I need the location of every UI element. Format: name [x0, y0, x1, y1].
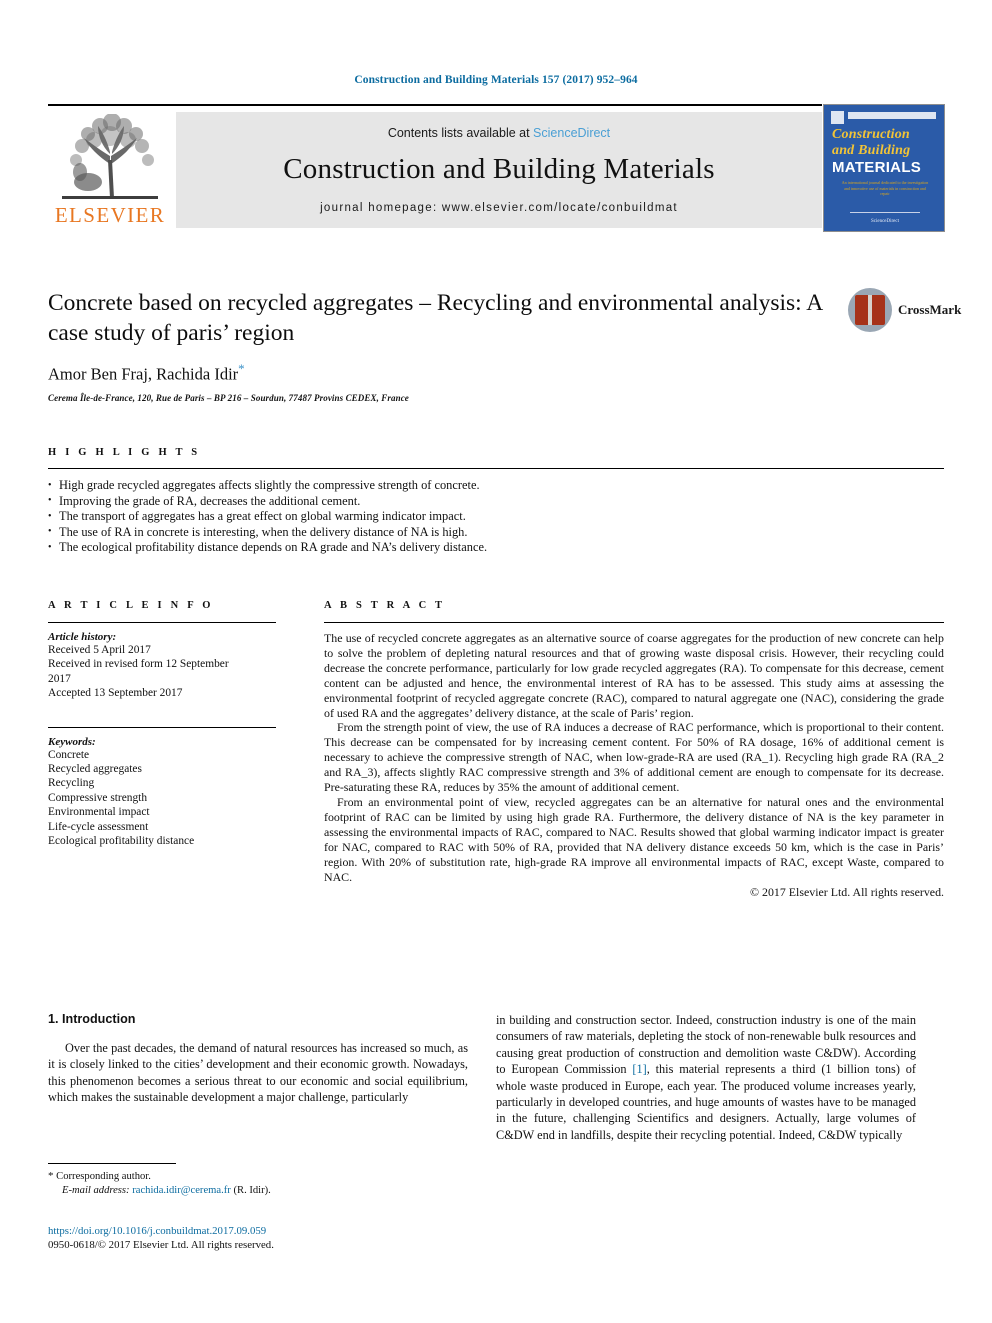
affiliation: Cerema Île-de-France, 120, Rue de Paris …: [48, 392, 409, 403]
article-info-column: A R T I C L E I N F O Article history: R…: [48, 600, 276, 848]
issn-copyright-line: 0950-0618/© 2017 Elsevier Ltd. All right…: [48, 1239, 274, 1251]
list-item: High grade recycled aggregates affects s…: [48, 478, 944, 494]
contents-prefix: Contents lists available at: [387, 126, 534, 140]
running-head: Construction and Building Materials 157 …: [354, 74, 638, 86]
keywords-rule: [48, 726, 276, 728]
corresponding-author-marker[interactable]: *: [238, 361, 245, 376]
cover-top-bar: [848, 112, 936, 119]
cover-elsevier-mark-icon: [831, 111, 844, 124]
cover-title-line-3: MATERIALS: [832, 159, 922, 176]
cover-blurb: An international journal dedicated to th…: [841, 180, 929, 196]
list-item: The use of RA in concrete is interesting…: [48, 524, 944, 541]
journal-band: Contents lists available at ScienceDirec…: [176, 112, 822, 228]
body-column-right: in building and construction sector. Ind…: [496, 1012, 916, 1143]
cover-footer-text: ScienceDirect: [870, 219, 900, 224]
abstract-copyright: © 2017 Elsevier Ltd. All rights reserved…: [750, 885, 944, 900]
elsevier-wordmark: ELSEVIER: [54, 203, 166, 227]
crossmark-badge[interactable]: CrossMark: [848, 288, 961, 338]
keyword-item: Recycled aggregates: [48, 763, 142, 776]
body-paragraph: in building and construction sector. Ind…: [496, 1012, 916, 1143]
abstract-paragraph: From the strength point of view, the use…: [324, 720, 944, 795]
highlights-list: High grade recycled aggregates affects s…: [48, 478, 944, 556]
keyword-item: Compressive strength: [48, 791, 148, 804]
page-title: Concrete based on recycled aggregates – …: [48, 290, 822, 346]
journal-cover-thumbnail: Construction and Building MATERIALS An i…: [823, 104, 945, 232]
footnote-rule: [48, 1163, 176, 1164]
body-column-left: 1. Introduction Over the past decades, t…: [48, 1012, 468, 1106]
keyword-item: Ecological profitability distance: [48, 835, 195, 848]
highlights-label: H I G H L I G H T S: [48, 447, 201, 458]
journal-masthead: ELSEVIER Contents lists available at Sci…: [48, 104, 944, 232]
footnote-block: * Corresponding author. E-mail address: …: [48, 1163, 348, 1198]
keyword-item: Life-cycle assessment: [48, 820, 149, 833]
masthead-top-rule: [48, 104, 822, 106]
article-history-line: Accepted 13 September 2017: [48, 687, 183, 700]
journal-title: Construction and Building Materials: [283, 153, 715, 185]
elsevier-tree-icon: [54, 114, 166, 202]
article-history-label: Article history:: [48, 631, 117, 643]
journal-homepage-link[interactable]: journal homepage: www.elsevier.com/locat…: [176, 202, 822, 214]
keyword-item: Environmental impact: [48, 806, 150, 819]
crossmark-label: CrossMark: [898, 302, 962, 317]
abstract-paragraph: The use of recycled concrete aggregates …: [324, 631, 944, 720]
list-item: The ecological profitability distance de…: [48, 540, 944, 556]
article-history-line: Received 5 April 2017: [48, 644, 151, 656]
citation-link-1[interactable]: [1]: [632, 1062, 646, 1076]
section-heading-introduction: 1. Introduction: [48, 1012, 136, 1026]
author-names: Amor Ben Fraj, Rachida Idir: [48, 364, 239, 384]
list-item: The transport of aggregates has a great …: [48, 509, 944, 525]
email-note: E-mail address: rachida.idir@cerema.fr (…: [48, 1184, 348, 1198]
email-label: E-mail address:: [62, 1184, 130, 1196]
elsevier-logo: ELSEVIER: [50, 114, 170, 230]
corresponding-author-note: * Corresponding author.: [48, 1170, 348, 1184]
keywords-label: Keywords:: [48, 735, 96, 748]
cover-divider: [850, 212, 920, 213]
abstract-label: A B S T R A C T: [324, 600, 446, 611]
email-link[interactable]: rachida.idir@cerema.fr: [132, 1185, 231, 1196]
email-owner: (R. Idir).: [233, 1184, 271, 1196]
title-block: Concrete based on recycled aggregates – …: [48, 288, 838, 403]
cover-title-line-1: Construction: [832, 127, 910, 142]
article-info-label: A R T I C L E I N F O: [48, 600, 214, 611]
corresponding-author-text: Corresponding author.: [56, 1171, 151, 1182]
article-history-line: 2017: [48, 672, 71, 685]
article-info-rule: [48, 622, 276, 623]
keyword-item: Concrete: [48, 748, 90, 761]
doi-link[interactable]: https://doi.org/10.1016/j.conbuildmat.20…: [48, 1224, 468, 1238]
author-list: Amor Ben Fraj, Rachida Idir*: [48, 361, 838, 385]
contents-available-line: Contents lists available at ScienceDirec…: [176, 126, 822, 140]
crossmark-disc-icon: [848, 288, 892, 332]
paper-page: Construction and Building Materials 157 …: [0, 0, 992, 1323]
article-info-spacer: [48, 701, 276, 727]
body-paragraph: Over the past decades, the demand of nat…: [48, 1041, 468, 1105]
keyword-item: Recycling: [48, 777, 95, 790]
crossmark-book-icon: [855, 295, 885, 325]
abstract-rule: [324, 622, 944, 623]
doi-block: https://doi.org/10.1016/j.conbuildmat.20…: [48, 1224, 468, 1252]
footnote-star-marker: *: [48, 1170, 54, 1182]
highlights-section: H I G H L I G H T S High grade recycled …: [48, 447, 944, 556]
cover-title-line-2: and Building: [832, 143, 911, 158]
abstract-column: A B S T R A C T The use of recycled conc…: [324, 600, 944, 900]
list-item: Improving the grade of RA, decreases the…: [48, 493, 944, 510]
abstract-paragraph: From an environmental point of view, rec…: [324, 794, 944, 884]
highlights-rule: [48, 468, 944, 469]
article-history-line: Received in revised form 12 September: [48, 658, 229, 671]
sciencedirect-link[interactable]: ScienceDirect: [533, 126, 610, 140]
